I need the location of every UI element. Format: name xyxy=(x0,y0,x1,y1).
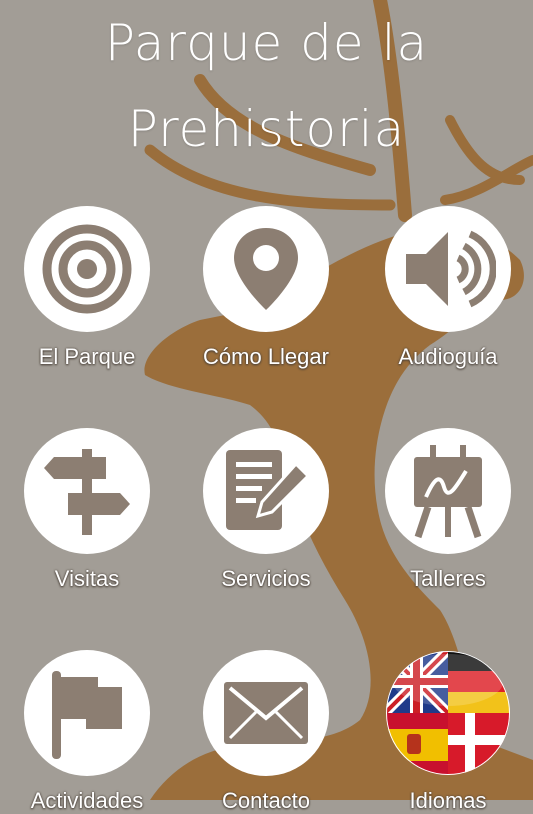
menu-item-servicios[interactable]: Servicios xyxy=(181,428,351,592)
menu-item-circle[interactable] xyxy=(24,206,150,332)
menu-item-circle[interactable] xyxy=(24,650,150,776)
menu-item-idiomas[interactable]: Idiomas xyxy=(363,650,533,814)
menu-item-el-parque[interactable]: El Parque xyxy=(2,206,172,370)
menu-item-label: Idiomas xyxy=(409,788,487,813)
signpost-icon xyxy=(44,449,130,535)
menu-item-label: El Parque xyxy=(38,344,136,369)
app-title-line2: Prehistoria xyxy=(127,100,406,158)
menu-item-circle[interactable] xyxy=(203,206,329,332)
menu-item-label: Cómo Llegar xyxy=(203,344,329,369)
menu-item-circle[interactable] xyxy=(385,206,511,332)
menu-item-talleres[interactable]: Talleres xyxy=(363,428,533,592)
menu-item-label: Audioguía xyxy=(398,344,498,369)
menu-item-audioguia[interactable]: Audioguía xyxy=(363,206,533,370)
flag-icon xyxy=(52,671,122,759)
speaker-icon xyxy=(406,230,496,308)
menu-item-visitas[interactable]: Visitas xyxy=(2,428,172,592)
app-title-line1: Parque de la xyxy=(104,14,429,72)
menu-item-circle[interactable] xyxy=(203,428,329,554)
menu-item-circle[interactable] xyxy=(385,650,511,776)
menu-item-label: Servicios xyxy=(221,566,311,591)
menu-item-actividades[interactable]: Actividades xyxy=(2,650,172,814)
menu-item-label: Visitas xyxy=(54,566,120,591)
target-icon xyxy=(42,224,132,314)
easel-icon xyxy=(414,445,482,539)
menu-item-contacto[interactable]: Contacto xyxy=(181,650,351,814)
menu-item-como-llegar[interactable]: Cómo Llegar xyxy=(181,206,351,370)
menu-item-label: Actividades xyxy=(30,788,144,813)
menu-item-label: Contacto xyxy=(221,788,311,813)
document-edit-icon xyxy=(226,450,311,530)
menu-item-circle[interactable] xyxy=(203,650,329,776)
language-flags-icon xyxy=(386,651,510,775)
map-pin-icon xyxy=(234,228,298,310)
menu-item-label: Talleres xyxy=(410,566,486,591)
menu-item-circle[interactable] xyxy=(385,428,511,554)
menu-item-circle[interactable] xyxy=(24,428,150,554)
envelope-icon xyxy=(224,682,308,744)
